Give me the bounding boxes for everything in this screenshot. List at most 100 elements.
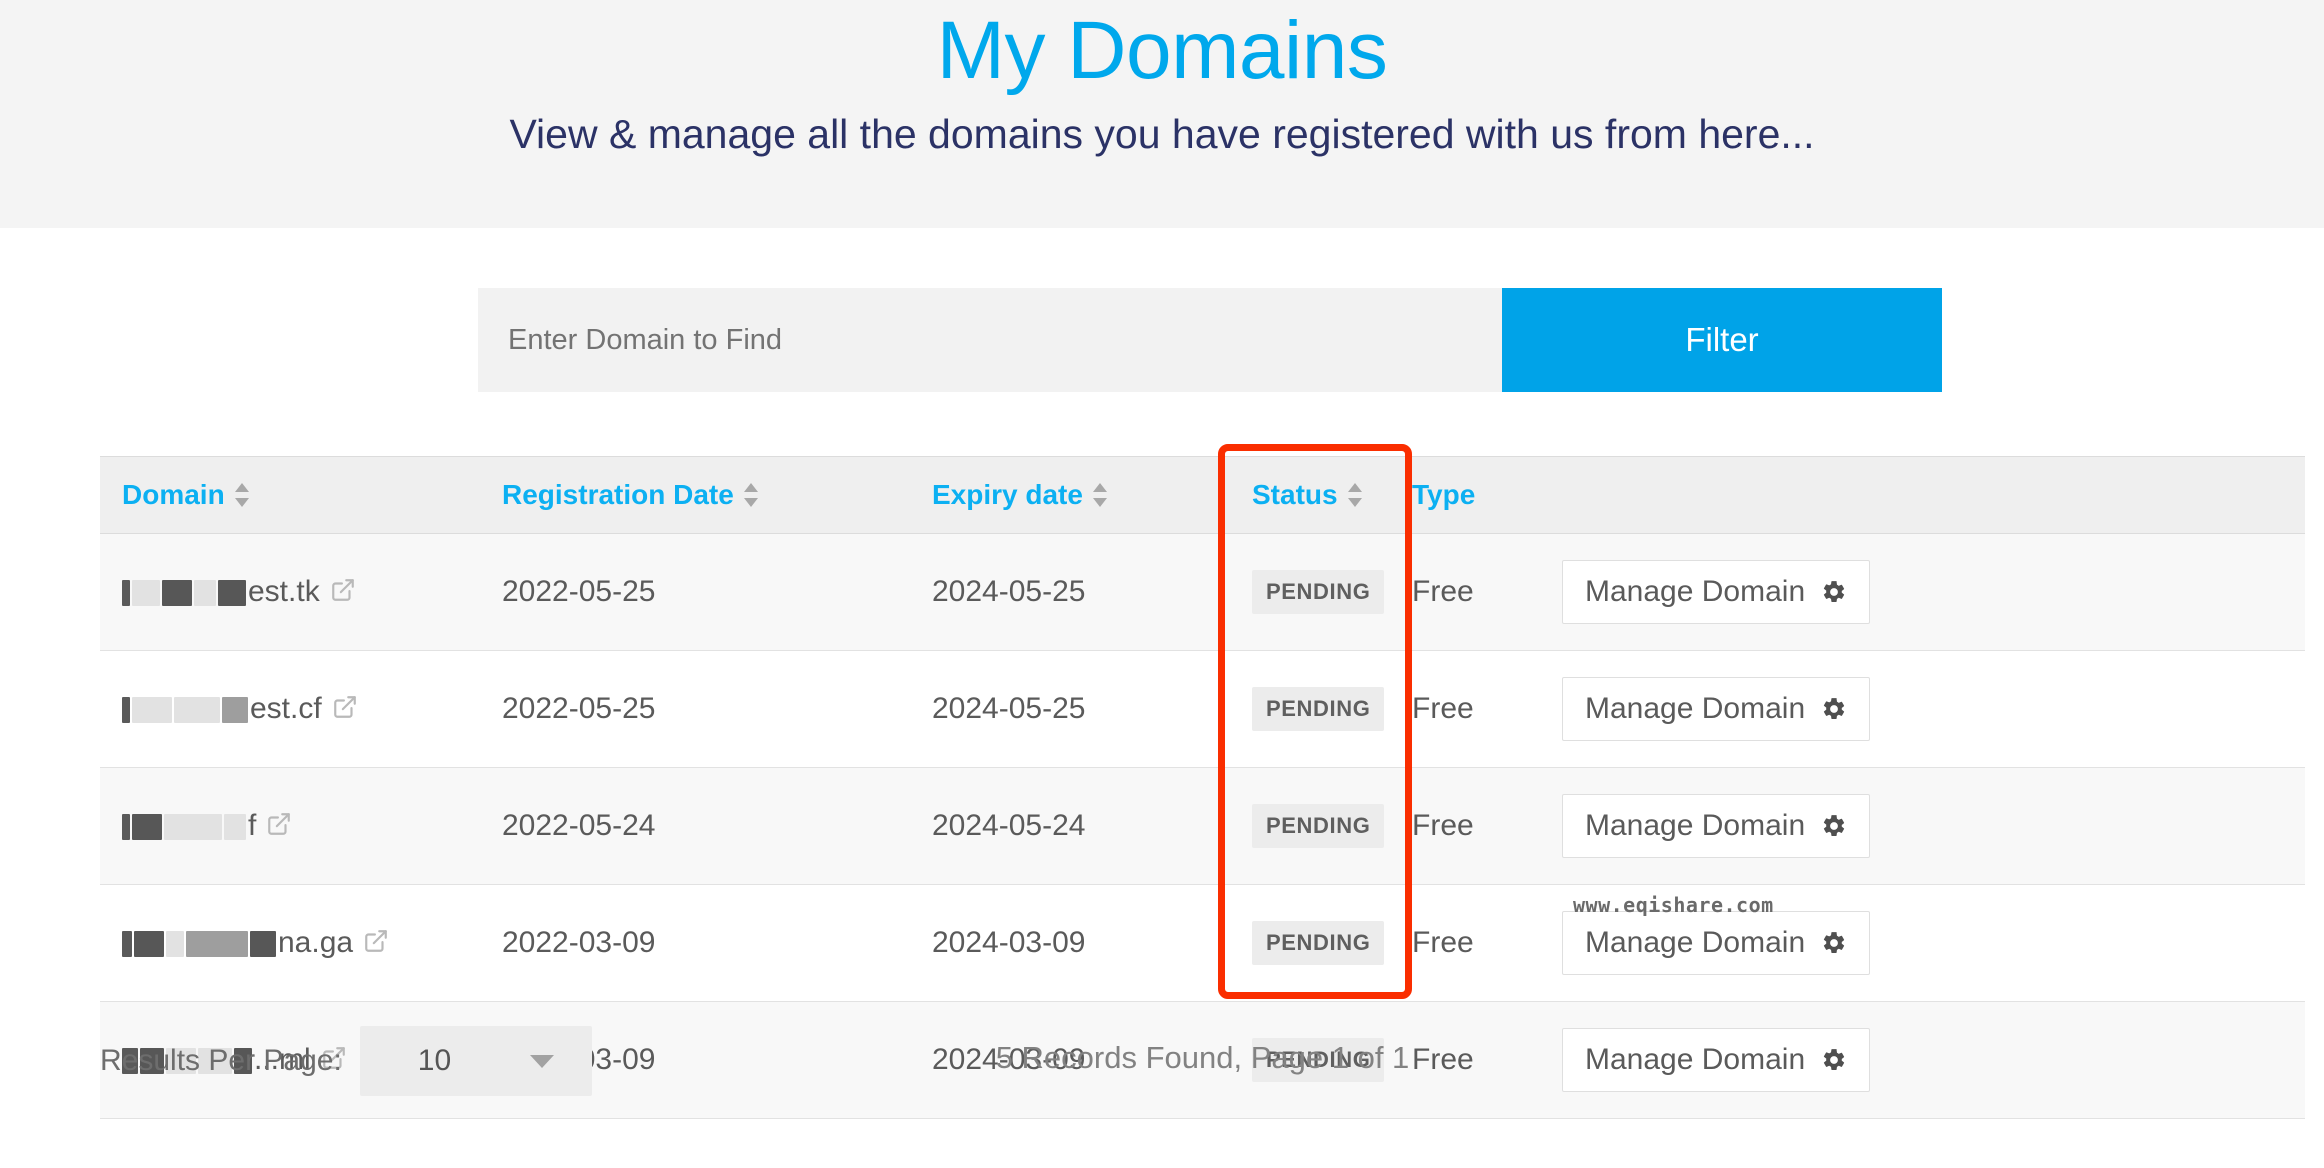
redaction-block — [122, 580, 130, 606]
records-found-text: 5 Records Found, Page 1 of 1 — [100, 1040, 2305, 1076]
column-header-registration-date[interactable]: Registration Date — [480, 457, 910, 534]
cell-domain: f — [100, 768, 480, 885]
manage-domain-label: Manage Domain — [1585, 809, 1805, 843]
cell-type: Free — [1390, 768, 1540, 885]
column-header-registration-date-label: Registration Date — [502, 479, 734, 510]
column-header-expiry-date-label: Expiry date — [932, 479, 1083, 510]
redaction-block — [166, 931, 184, 957]
redaction-block — [224, 814, 246, 840]
external-link-icon[interactable] — [330, 577, 356, 603]
cell-registration-date: 2022-03-09 — [480, 885, 910, 1002]
domain-name-text: na.ga — [278, 926, 353, 959]
gear-icon — [1821, 696, 1847, 722]
manage-domain-label: Manage Domain — [1585, 692, 1805, 726]
domains-table-container: Domain Registration Date Expiry date Sta… — [100, 456, 2305, 1119]
cell-expiry-date: 2024-05-25 — [910, 534, 1230, 651]
cell-status: PENDING — [1230, 534, 1390, 651]
cell-domain: est.tk — [100, 534, 480, 651]
status-badge: PENDING — [1252, 687, 1384, 731]
domain-link[interactable]: f — [122, 809, 292, 843]
cell-actions: Manage Domain — [1540, 651, 2305, 768]
cell-actions: Manage Domain — [1540, 768, 2305, 885]
cell-registration-date: 2022-05-25 — [480, 651, 910, 768]
external-link-icon[interactable] — [332, 694, 358, 720]
domains-table: Domain Registration Date Expiry date Sta… — [100, 456, 2305, 1119]
site-watermark: www.eqishare.com — [1573, 893, 1774, 917]
manage-domain-label: Manage Domain — [1585, 575, 1805, 609]
table-row: f 2022-05-242024-05-24 PENDINGFree Manage D… — [100, 768, 2305, 885]
table-row: est.tk 2022-05-252024-05-25 PENDINGFree Man… — [100, 534, 2305, 651]
gear-icon — [1821, 930, 1847, 956]
manage-domain-button[interactable]: Manage Domain — [1562, 677, 1870, 741]
redaction-block — [194, 580, 216, 606]
gear-icon — [1821, 813, 1847, 839]
domain-search-input[interactable] — [478, 288, 1502, 392]
sort-arrows-icon[interactable] — [1348, 482, 1362, 508]
column-header-status-label: Status — [1252, 479, 1338, 510]
cell-domain: na.ga — [100, 885, 480, 1002]
cell-expiry-date: 2024-03-09 — [910, 885, 1230, 1002]
cell-type: Free — [1390, 885, 1540, 1002]
column-header-type-label: Type — [1412, 479, 1475, 510]
domain-link[interactable]: est.cf — [122, 692, 358, 726]
redaction-block — [222, 697, 248, 723]
gear-icon — [1821, 579, 1847, 605]
redaction-block — [132, 814, 162, 840]
external-link-icon[interactable] — [266, 811, 292, 837]
page-subtitle: View & manage all the domains you have r… — [0, 94, 2324, 159]
cell-expiry-date: 2024-05-24 — [910, 768, 1230, 885]
redaction-block — [122, 697, 130, 723]
cell-registration-date: 2022-05-24 — [480, 768, 910, 885]
redaction-block — [186, 931, 248, 957]
page-title: My Domains — [0, 0, 2324, 94]
redaction-block — [174, 697, 220, 723]
domain-name-text: f — [248, 809, 256, 842]
column-header-domain-label: Domain — [122, 479, 225, 510]
redaction-block — [122, 814, 130, 840]
table-header-row: Domain Registration Date Expiry date Sta… — [100, 457, 2305, 534]
cell-status: PENDING — [1230, 885, 1390, 1002]
domain-name-text: est.tk — [248, 575, 320, 608]
cell-expiry-date: 2024-05-25 — [910, 651, 1230, 768]
domain-name-text: est.cf — [250, 692, 322, 725]
domain-link[interactable]: est.tk — [122, 575, 356, 609]
page-hero: My Domains View & manage all the domains… — [0, 0, 2324, 228]
status-badge: PENDING — [1252, 570, 1384, 614]
redaction-block — [218, 580, 246, 606]
status-badge: PENDING — [1252, 804, 1384, 848]
redaction-block — [132, 580, 160, 606]
column-header-status[interactable]: Status — [1230, 457, 1390, 534]
manage-domain-label: Manage Domain — [1585, 926, 1805, 960]
cell-registration-date: 2022-05-25 — [480, 534, 910, 651]
redaction-block — [162, 580, 192, 606]
table-row: est.cf 2022-05-252024-05-25 PENDINGFree Man… — [100, 651, 2305, 768]
manage-domain-button[interactable]: Manage Domain — [1562, 560, 1870, 624]
redaction-block — [134, 931, 164, 957]
domain-filter-bar: Filter — [478, 288, 1942, 392]
redaction-block — [164, 814, 222, 840]
domain-link[interactable]: na.ga — [122, 926, 389, 960]
sort-arrows-icon[interactable] — [744, 482, 758, 508]
column-header-type: Type — [1390, 457, 1540, 534]
my-domains-page: My Domains View & manage all the domains… — [0, 0, 2324, 1168]
cell-type: Free — [1390, 651, 1540, 768]
sort-arrows-icon[interactable] — [1093, 482, 1107, 508]
column-header-domain[interactable]: Domain — [100, 457, 480, 534]
cell-domain: est.cf — [100, 651, 480, 768]
filter-button[interactable]: Filter — [1502, 288, 1942, 392]
cell-status: PENDING — [1230, 651, 1390, 768]
redaction-block — [132, 697, 172, 723]
table-row: na.ga 2022-03-092024-03-09 PENDINGFree Mana… — [100, 885, 2305, 1002]
column-header-expiry-date[interactable]: Expiry date — [910, 457, 1230, 534]
cell-type: Free — [1390, 534, 1540, 651]
cell-status: PENDING — [1230, 768, 1390, 885]
column-header-actions — [1540, 457, 2305, 534]
domains-table-head: Domain Registration Date Expiry date Sta… — [100, 457, 2305, 534]
redaction-block — [250, 931, 276, 957]
external-link-icon[interactable] — [363, 928, 389, 954]
sort-arrows-icon[interactable] — [235, 482, 249, 508]
status-badge: PENDING — [1252, 921, 1384, 965]
redaction-block — [122, 931, 132, 957]
manage-domain-button[interactable]: Manage Domain — [1562, 794, 1870, 858]
manage-domain-button[interactable]: Manage Domain — [1562, 911, 1870, 975]
